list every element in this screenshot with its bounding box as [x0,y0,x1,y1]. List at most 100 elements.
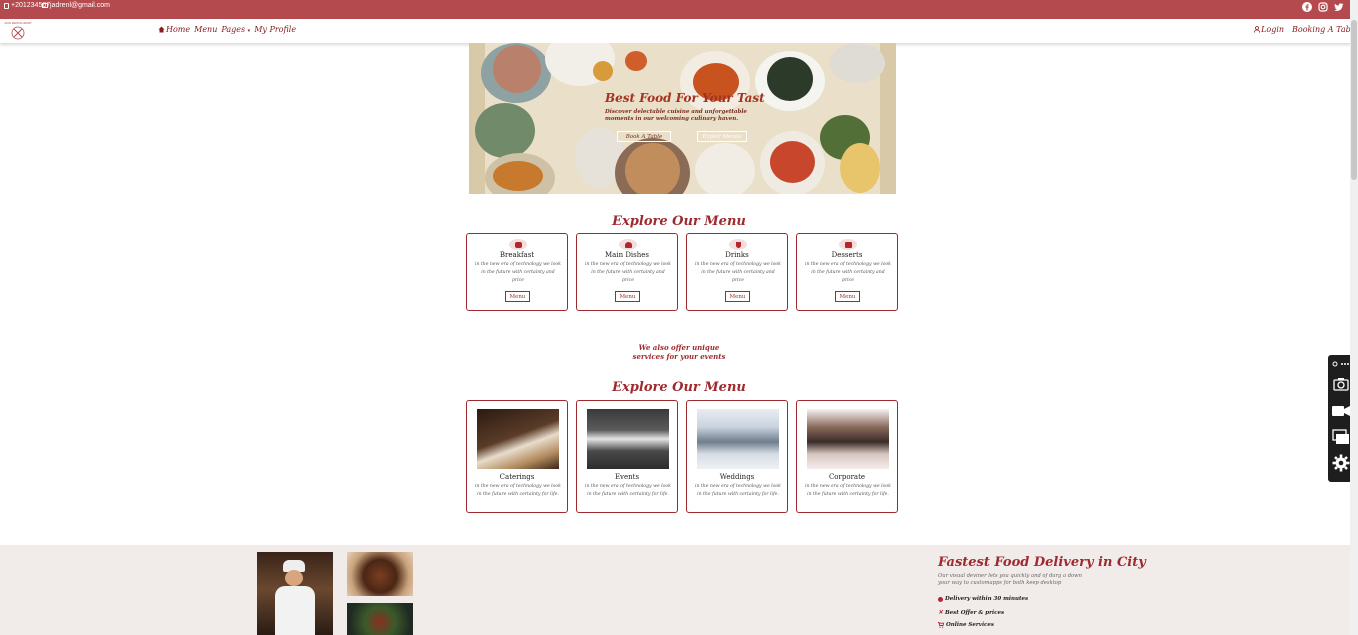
chevron-down-icon: ▾ [247,28,251,34]
hero-subtitle: Discover delectable cuisine and unforget… [605,109,747,122]
corporate-photo [807,409,889,469]
menu-card-desserts: Desserts in the new era of technology we… [796,233,898,311]
feature-offer: ✕ Best Offer & prices [938,609,1004,616]
page-scrollbar[interactable] [1350,0,1358,635]
envelope-icon [42,3,48,8]
unique-line-2: services for your events [632,352,726,361]
windows-button[interactable] [1332,428,1350,446]
facebook-icon[interactable] [1302,2,1312,12]
weddings-photo [697,409,779,469]
delivery-title: Fastest Food Delivery in City [938,555,1146,570]
video-camera-icon [1332,406,1350,416]
menu-card-desc: in the new era of technology we look in … [805,262,891,283]
main-navbar: JOIN RESTAURANT Home Menu Pages ▾ My Pro… [0,19,1358,43]
screenshot-button[interactable] [1332,375,1350,393]
nav-right: Login Booking A Table [1254,25,1358,34]
top-bar: +201234567 jadrenl@gmail.com [0,0,1358,19]
menu-card-name: Desserts [831,251,863,259]
events-photo [587,409,669,469]
menu-card-drinks: Drinks in the new era of technology we l… [686,233,788,311]
twitter-icon[interactable] [1334,2,1344,12]
service-card-events[interactable]: Events in the new era of technology we l… [576,400,678,513]
service-card-corporate[interactable]: Corporate in the new era of technology w… [796,400,898,513]
hero-title: Best Food For Your Tast [605,91,765,105]
hero-banner: Best Food For Your Tast Discover delecta… [469,43,896,194]
service-card-caterings[interactable]: Caterings in the new era of technology w… [466,400,568,513]
menu-card-name: Breakfast [499,251,535,259]
more-icon [1332,361,1349,367]
settings-button[interactable] [1332,454,1350,472]
clock-icon [938,596,943,602]
email-contact[interactable]: jadrenl@gmail.com [42,2,110,9]
service-card-name: Caterings [499,473,535,481]
menu-card-desc: in the new era of technology we look in … [475,262,561,283]
service-card-desc: in the new era of technology we look in … [805,484,891,497]
feature-label: Delivery within 30 minutes [945,596,1029,602]
booking-link[interactable]: Booking A Table [1292,25,1358,34]
menu-card-name: Drinks [725,251,749,259]
menu-card-desc: in the new era of technology we look in … [695,262,781,283]
site-logo[interactable]: JOIN RESTAURANT [4,21,32,41]
delivery-subtitle: Our visual deviner lets you quickly and … [938,573,1082,586]
chef-photo [257,552,333,635]
grill-photo [347,603,413,635]
phone-icon [4,2,9,9]
nav-menu[interactable]: Menu [194,25,217,34]
menu-section-title: Explore Our Menu [612,214,746,229]
services-section-title: Explore Our Menu [612,380,746,395]
feature-label: Best Offer & prices [945,609,1005,616]
menu-button[interactable]: Menu [505,291,530,302]
service-card-name: Events [614,473,640,481]
nav-links: Home Menu Pages ▾ My Profile [158,25,296,34]
nav-my-profile[interactable]: My Profile [254,25,296,34]
delivery-section: Fastest Food Delivery in City Our visual… [0,545,1358,635]
service-card-name: Corporate [828,473,866,481]
menu-card-name: Main Dishes [605,251,649,259]
nav-home-label: Home [166,25,191,34]
nav-pages-label: Pages [221,25,246,34]
service-card-name: Weddings [719,473,755,481]
explore-menus-button[interactable]: Explor Menus [697,131,747,142]
scrollbar-thumb[interactable] [1351,20,1357,180]
book-table-button[interactable]: Book A Table [617,131,671,142]
unique-line-1: We also offer unique [638,343,720,352]
nav-home[interactable]: Home [158,25,190,34]
feature-label: Online Services [946,622,994,628]
email-address: jadrenl@gmail.com [50,2,111,9]
login-link[interactable]: Login [1254,25,1284,34]
home-icon [158,26,165,33]
menu-button[interactable]: Menu [615,291,640,302]
utensils-logo-icon [11,26,25,40]
logo-text: JOIN RESTAURANT [4,21,32,25]
camera-icon [1333,378,1349,391]
feature-online: Online Services [938,622,994,628]
windows-icon [1332,429,1349,444]
cart-icon [938,622,944,628]
caterings-photo [477,409,559,469]
instagram-icon[interactable] [1318,2,1328,12]
dish-icon [619,239,637,250]
unique-services-text: We also offer unique services for your e… [0,343,1358,361]
service-card-desc: in the new era of technology we look in … [475,484,561,497]
coffee-icon [509,239,527,250]
feature-delivery: Delivery within 30 minutes [938,596,1028,602]
service-card-desc: in the new era of technology we look in … [695,484,781,497]
toolbar-menu-button[interactable] [1332,357,1350,371]
steak-photo [347,552,413,596]
nav-pages-dropdown[interactable]: Pages ▾ [221,25,250,34]
tag-icon: ✕ [938,609,944,616]
wine-glass-icon [729,239,747,250]
social-links [1302,2,1344,12]
menu-button[interactable]: Menu [835,291,860,302]
record-video-button[interactable] [1332,402,1350,420]
user-icon [1254,26,1260,33]
login-label: Login [1261,25,1285,34]
gear-icon [1332,454,1350,472]
service-card-desc: in the new era of technology we look in … [585,484,671,497]
cake-icon [839,239,857,250]
menu-card-main-dishes: Main Dishes in the new era of technology… [576,233,678,311]
menu-button[interactable]: Menu [725,291,750,302]
menu-card-breakfast: Breakfast in the new era of technology w… [466,233,568,311]
menu-card-desc: in the new era of technology we look in … [585,262,671,283]
service-card-weddings[interactable]: Weddings in the new era of technology we… [686,400,788,513]
